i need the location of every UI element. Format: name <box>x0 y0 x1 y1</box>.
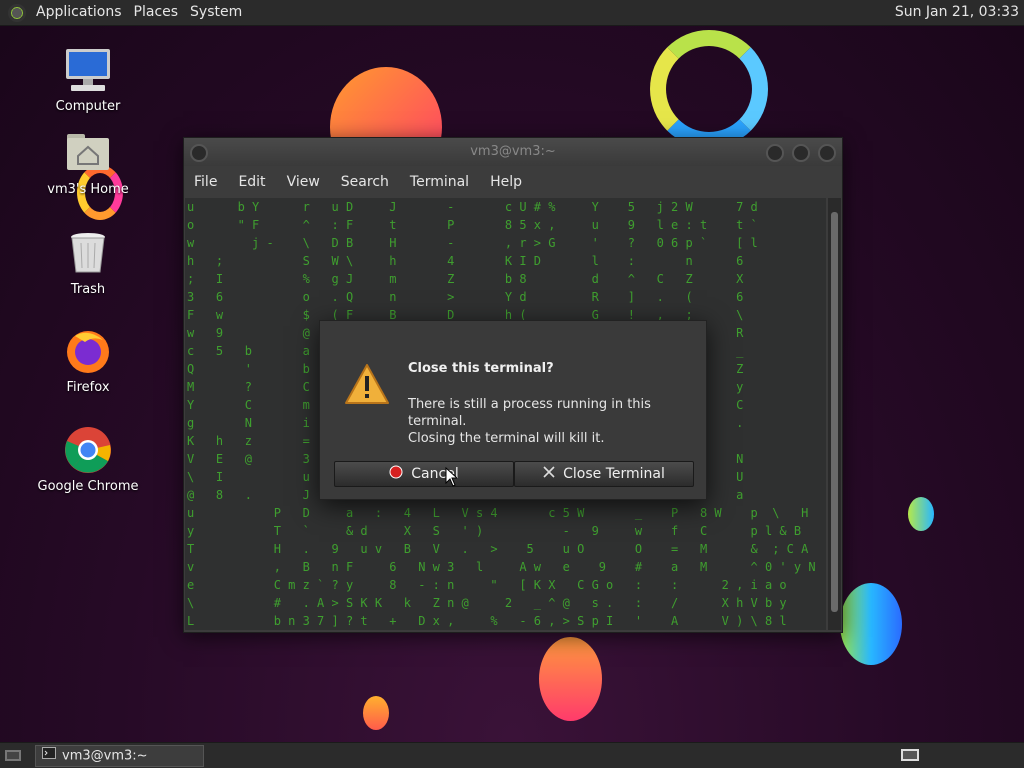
warning-icon <box>344 363 390 409</box>
clock[interactable]: Sun Jan 21, 03:33 <box>895 0 1019 25</box>
close-window-icon[interactable] <box>818 144 836 162</box>
window-titlebar[interactable]: vm3@vm3:~ <box>184 138 842 166</box>
bottom-panel: vm3@vm3:~ <box>0 742 1024 768</box>
window-title: vm3@vm3:~ <box>470 144 556 159</box>
menu-view[interactable]: View <box>277 174 331 190</box>
menu-help[interactable]: Help <box>480 174 533 190</box>
close-terminal-label: Close Terminal <box>563 466 665 482</box>
desktop-icon-label: vm3's Home <box>47 182 129 197</box>
dialog-message-line1: There is still a process running in this… <box>408 397 651 429</box>
show-desktop-icon[interactable] <box>4 747 22 763</box>
decor-blue-blob <box>840 583 902 665</box>
taskbar-item-label: vm3@vm3:~ <box>62 748 148 764</box>
distro-logo-icon[interactable] <box>8 3 26 22</box>
cancel-button[interactable]: Cancel <box>334 461 514 487</box>
desktop-icon-home[interactable]: vm3's Home <box>33 128 143 197</box>
desktop-icon-computer[interactable]: Computer <box>33 45 143 114</box>
stop-icon <box>389 465 403 483</box>
desktop-icon-firefox[interactable]: Firefox <box>33 326 143 395</box>
terminal-icon <box>42 746 56 766</box>
close-terminal-button[interactable]: Close Terminal <box>514 461 694 487</box>
menu-file[interactable]: File <box>184 174 228 190</box>
desktop-icon-label: Google Chrome <box>37 479 139 494</box>
dialog-title: Close this terminal? <box>408 361 554 376</box>
mouse-cursor-icon <box>445 466 459 491</box>
taskbar-item-terminal[interactable]: vm3@vm3:~ <box>35 745 204 767</box>
decor-ring <box>650 30 768 148</box>
menu-search[interactable]: Search <box>331 174 400 190</box>
dialog-message: There is still a process running in this… <box>408 396 698 447</box>
menu-edit[interactable]: Edit <box>228 174 276 190</box>
window-menu-icon[interactable] <box>190 144 208 162</box>
computer-icon <box>63 45 113 95</box>
menu-places[interactable]: Places <box>128 0 185 25</box>
terminal-scrollbar[interactable] <box>828 198 841 630</box>
menu-terminal[interactable]: Terminal <box>400 174 480 190</box>
menu-applications[interactable]: Applications <box>30 0 128 25</box>
decor-tiny-blob <box>363 696 389 730</box>
close-x-icon <box>543 466 555 482</box>
top-panel: Applications Places System Sun Jan 21, 0… <box>0 0 1024 26</box>
workspace-switcher-icon[interactable] <box>900 747 920 763</box>
terminal-menubar: File Edit View Search Terminal Help <box>184 166 842 198</box>
desktop-icon-label: Computer <box>55 99 121 114</box>
firefox-icon <box>63 326 113 376</box>
desktop-icon-trash[interactable]: Trash <box>33 228 143 297</box>
decor-small-blob <box>908 497 934 531</box>
maximize-icon[interactable] <box>792 144 810 162</box>
desktop-icon-label: Firefox <box>66 380 110 395</box>
close-terminal-dialog: Close this terminal? There is still a pr… <box>319 320 707 500</box>
dialog-message-line2: Closing the terminal will kill it. <box>408 431 605 446</box>
scrollbar-thumb[interactable] <box>831 212 838 612</box>
desktop-icon-label: Trash <box>70 282 106 297</box>
minimize-icon[interactable] <box>766 144 784 162</box>
home-folder-icon <box>63 128 113 178</box>
desktop-icon-chrome[interactable]: Google Chrome <box>33 425 143 494</box>
menu-system[interactable]: System <box>184 0 248 25</box>
decor-pink-blob <box>539 637 602 721</box>
trash-icon <box>63 228 113 278</box>
chrome-icon <box>63 425 113 475</box>
